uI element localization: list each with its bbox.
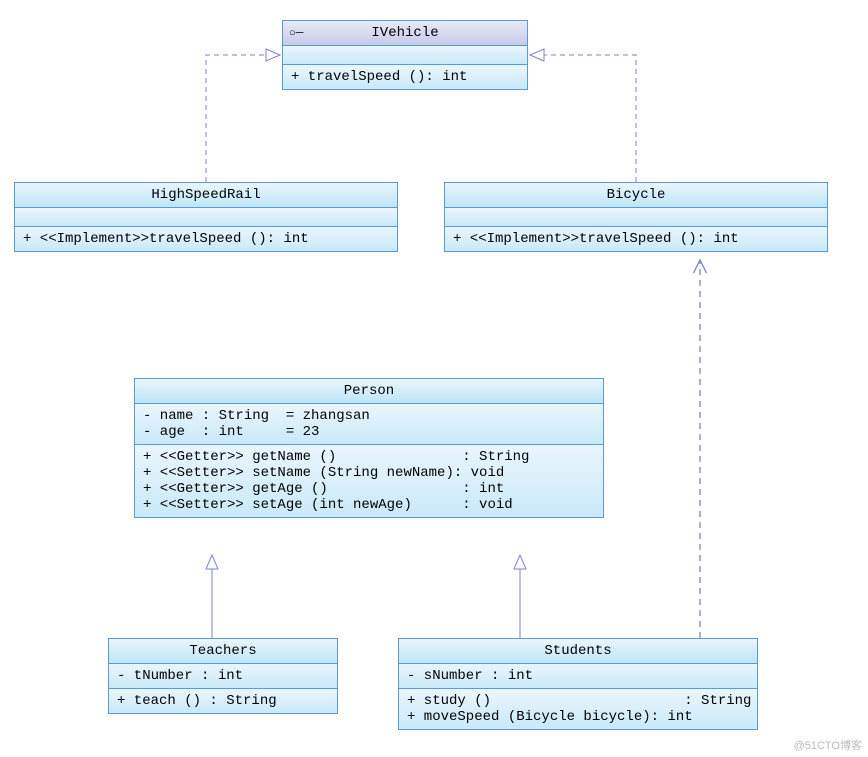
class-attributes-section [445,208,827,227]
operation: + travelSpeed (): int [291,69,519,85]
class-operations-section: + study () : String + moveSpeed (Bicycle… [399,689,757,729]
attribute: - sNumber : int [407,668,749,684]
watermark: @51CTO博客 [794,737,862,753]
class-students: Students - sNumber : int + study () : St… [398,638,758,730]
class-name: Person [344,383,394,399]
class-title-row: Teachers [109,639,337,664]
realization-bicycle-ivehicle [530,55,636,182]
class-operations-section: + <<Getter>> getName () : String + <<Set… [135,445,603,517]
operation: + <<Getter>> getName () : String [143,449,595,465]
operation: + <<Getter>> getAge () : int [143,481,595,497]
class-title-row: Person [135,379,603,404]
class-attributes-section: - tNumber : int [109,664,337,689]
class-operations-section: + <<Implement>>travelSpeed (): int [15,227,397,251]
interface-operations-section: + travelSpeed (): int [283,65,527,89]
class-name: Bicycle [607,187,666,203]
operation: + teach () : String [117,693,329,709]
operation: + <<Implement>>travelSpeed (): int [23,231,389,247]
interface-name: IVehicle [371,25,438,41]
operation: + moveSpeed (Bicycle bicycle): int [407,709,749,725]
operation: + <<Setter>> setName (String newName): v… [143,465,595,481]
attribute: - name : String = zhangsan [143,408,595,424]
class-attributes-section: - name : String = zhangsan - age : int =… [135,404,603,445]
realization-hsr-ivehicle [206,55,280,182]
class-teachers: Teachers - tNumber : int + teach () : St… [108,638,338,714]
class-bicycle: Bicycle + <<Implement>>travelSpeed (): i… [444,182,828,252]
operation: + study () : String [407,693,749,709]
class-name: Students [544,643,611,659]
class-highspeedrail: HighSpeedRail + <<Implement>>travelSpeed… [14,182,398,252]
class-operations-section: + teach () : String [109,689,337,713]
operation: + <<Setter>> setAge (int newAge) : void [143,497,595,513]
attribute: - tNumber : int [117,668,329,684]
class-attributes-section: - sNumber : int [399,664,757,689]
class-name: Teachers [189,643,256,659]
interface-lollipop-icon: ○─ [289,27,303,39]
class-attributes-section [15,208,397,227]
class-title-row: HighSpeedRail [15,183,397,208]
interface-title-row: ○─ IVehicle [283,21,527,46]
class-person: Person - name : String = zhangsan - age … [134,378,604,518]
operation: + <<Implement>>travelSpeed (): int [453,231,819,247]
class-operations-section: + <<Implement>>travelSpeed (): int [445,227,827,251]
class-title-row: Students [399,639,757,664]
interface-ivehicle: ○─ IVehicle + travelSpeed (): int [282,20,528,90]
class-title-row: Bicycle [445,183,827,208]
class-name: HighSpeedRail [151,187,260,203]
interface-attributes-section [283,46,527,65]
attribute: - age : int = 23 [143,424,595,440]
